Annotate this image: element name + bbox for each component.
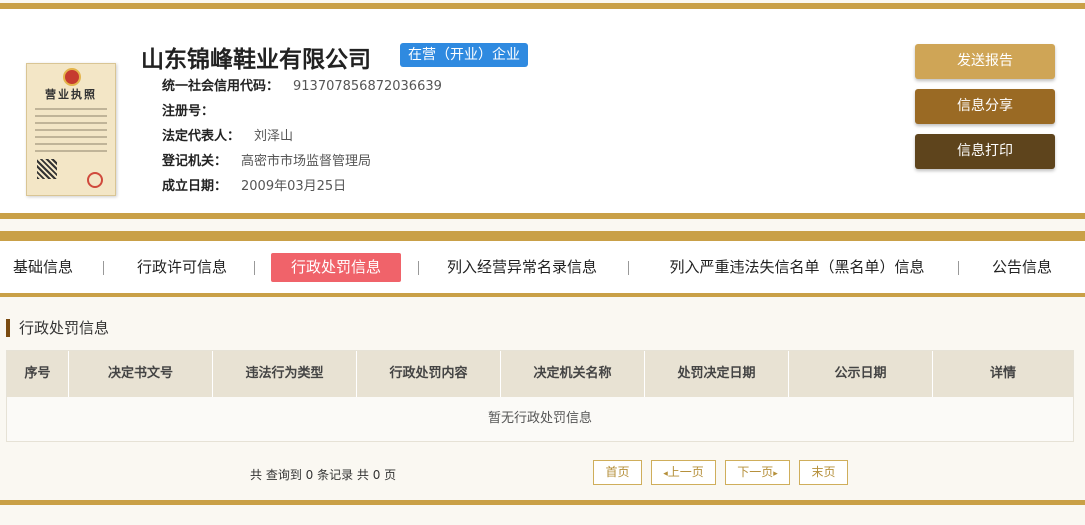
- penalty-table: 序号 决定书文号 违法行为类型 行政处罚内容 决定机关名称 处罚决定日期 公示日…: [6, 350, 1074, 442]
- bottom-gold-bar: [0, 500, 1085, 505]
- field-reg-number: 注册号：: [162, 100, 228, 119]
- column-header-publish-date: 公示日期: [789, 351, 933, 397]
- tab-abnormal-operation[interactable]: 列入经营异常名录信息: [441, 253, 603, 282]
- tab-separator: [254, 261, 255, 275]
- tab-separator: [418, 261, 419, 275]
- column-header-violation-type: 违法行为类型: [213, 351, 357, 397]
- last-page-button[interactable]: 末页: [799, 460, 848, 485]
- qr-code-icon: [37, 159, 57, 179]
- tab-admin-penalty[interactable]: 行政处罚信息: [271, 253, 401, 282]
- national-emblem-icon: [63, 68, 81, 86]
- table-header-row: 序号 决定书文号 违法行为类型 行政处罚内容 决定机关名称 处罚决定日期 公示日…: [7, 351, 1073, 397]
- next-page-button[interactable]: 下一页▸: [725, 460, 790, 485]
- field-reg-authority: 登记机关： 高密市市场监督管理局: [162, 150, 371, 169]
- license-text-lines: [35, 108, 107, 157]
- field-label: 法定代表人：: [162, 129, 241, 144]
- tab-separator: [628, 261, 629, 275]
- pagination-summary: 共 查询到 0 条记录 共 0 页: [250, 468, 397, 482]
- chevron-right-icon: ▸: [773, 469, 778, 479]
- header-bottom-gold-bar: [0, 213, 1085, 219]
- field-label: 成立日期：: [162, 179, 228, 194]
- license-title: 营业执照: [45, 88, 97, 101]
- business-license-image[interactable]: 营业执照: [26, 63, 116, 196]
- tab-basic-info[interactable]: 基础信息: [10, 253, 76, 282]
- tab-admin-license[interactable]: 行政许可信息: [133, 253, 231, 282]
- next-page-label: 下一页: [737, 465, 774, 479]
- column-header-index: 序号: [7, 351, 69, 397]
- share-info-button[interactable]: 信息分享: [915, 89, 1055, 124]
- field-value: 高密市市场监督管理局: [241, 154, 372, 169]
- field-label: 注册号：: [162, 104, 215, 119]
- status-badge: 在营（开业）企业: [400, 43, 528, 67]
- official-seal-icon: [87, 172, 103, 188]
- field-value: 913707856872036639: [293, 79, 442, 94]
- column-header-penalty-content: 行政处罚内容: [357, 351, 501, 397]
- tab-separator: [103, 261, 104, 275]
- field-legal-rep: 法定代表人： 刘泽山: [162, 125, 293, 144]
- field-label: 统一社会信用代码：: [162, 79, 280, 94]
- column-header-decision-date: 处罚决定日期: [645, 351, 789, 397]
- field-label: 登记机关：: [162, 154, 228, 169]
- company-name: 山东锦峰鞋业有限公司: [141, 47, 371, 73]
- column-header-details: 详情: [989, 366, 1016, 381]
- tabs-bottom-gold-bar: [0, 293, 1085, 297]
- field-value: 刘泽山: [254, 129, 294, 144]
- section-title: 行政处罚信息: [6, 319, 109, 337]
- column-header-authority: 决定机关名称: [501, 351, 645, 397]
- send-report-button[interactable]: 发送报告: [915, 44, 1055, 79]
- prev-page-label: 上一页: [667, 465, 704, 479]
- tab-announcements[interactable]: 公告信息: [989, 253, 1055, 282]
- prev-page-button[interactable]: ◂上一页: [651, 460, 716, 485]
- tab-separator: [958, 261, 959, 275]
- print-info-button[interactable]: 信息打印: [915, 134, 1055, 169]
- tab-blacklist[interactable]: 列入严重违法失信名单（黑名单）信息: [660, 253, 934, 282]
- first-page-button[interactable]: 首页: [593, 460, 642, 485]
- empty-message: 暂无行政处罚信息: [7, 397, 1073, 441]
- column-header-decision-number: 决定书文号: [69, 351, 213, 397]
- company-header: 营业执照 山东锦峰鞋业有限公司 在营（开业）企业 统一社会信用代码： 913707…: [0, 9, 1085, 213]
- field-value: 2009年03月25日: [241, 179, 347, 194]
- tabs-top-gold-bar: [0, 231, 1085, 241]
- tab-bar: 基础信息 行政许可信息 行政处罚信息 列入经营异常名录信息 列入严重违法失信名单…: [0, 241, 1085, 293]
- field-founded-date: 成立日期： 2009年03月25日: [162, 175, 346, 194]
- field-credit-code: 统一社会信用代码： 913707856872036639: [162, 75, 442, 94]
